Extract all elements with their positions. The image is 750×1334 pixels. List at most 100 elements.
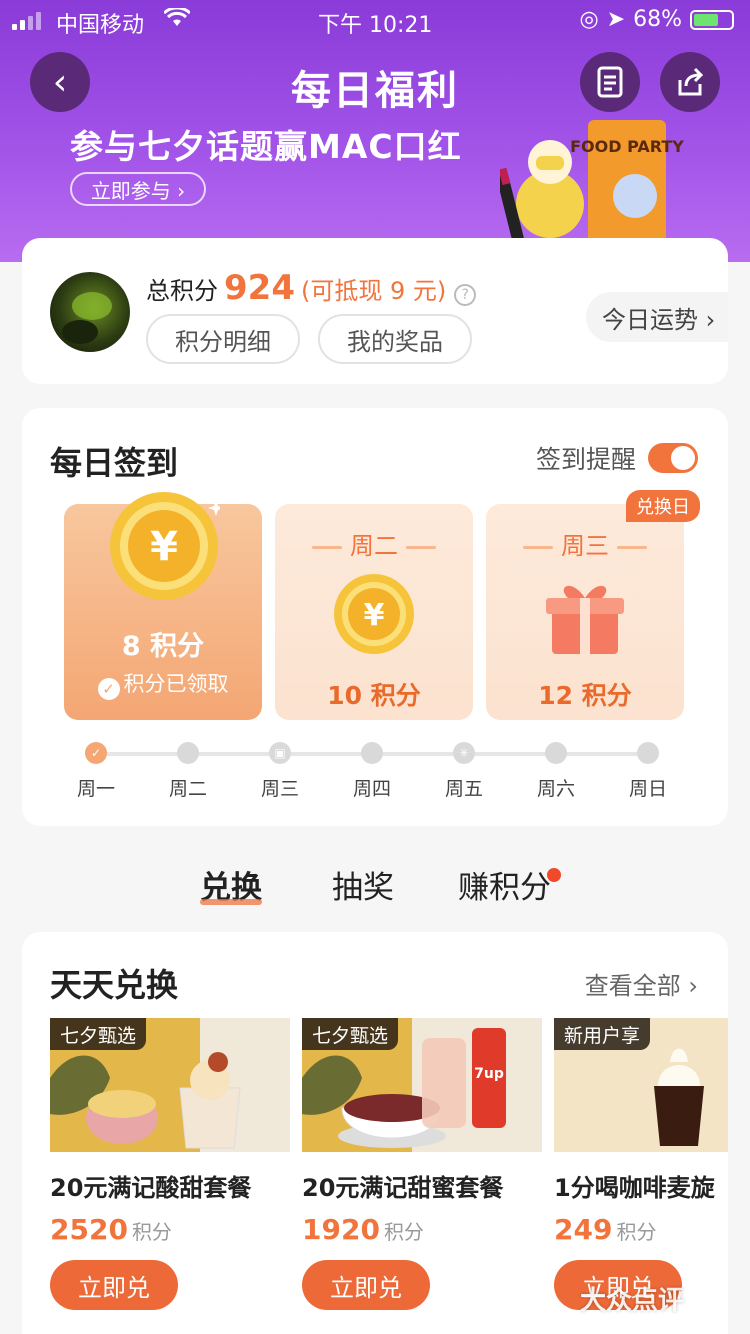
week-progress: ✓ ▣ ✳ 周一 周二 周三 周四 周五 周六 周日 <box>22 740 728 800</box>
product-card[interactable]: 七夕甄选 7up 20元满记甜蜜套餐 1920 积分 立即兑 <box>302 1018 542 1310</box>
total-points-value: 924 <box>224 268 295 308</box>
exchange-title: 天天兑换 <box>50 966 179 1004</box>
svg-text:7up: 7up <box>474 1066 504 1082</box>
food-party-text: FOOD PARTY <box>570 137 684 156</box>
coin-icon: ¥ <box>334 574 414 654</box>
week-label: 周五 <box>444 778 483 800</box>
join-now-button[interactable]: 立即参与 › <box>70 172 206 206</box>
total-points: 总积分 924 (可抵现 9 元) ? <box>146 268 477 308</box>
redeem-button[interactable]: 立即兑 <box>50 1260 178 1310</box>
price-unit: 积分 <box>383 1220 424 1244</box>
carrier-name: 中国移动 <box>56 13 145 38</box>
signal-icon <box>12 12 41 30</box>
day-points: 10 积分 <box>327 681 421 710</box>
product-card[interactable]: 七夕甄选 20元满记酸甜套餐 2520 积分 立即兑 <box>50 1018 290 1310</box>
week-label: 周一 <box>76 778 115 800</box>
week-dot-sun <box>637 742 659 764</box>
price-value: 2520 <box>50 1213 128 1246</box>
status-right: ◎ ➤ 68% <box>579 7 734 32</box>
daily-fortune-button[interactable]: 今日运势 › <box>586 292 728 342</box>
check-circle-icon: ✓ <box>97 678 120 700</box>
day-points: 8 积分 <box>121 631 205 662</box>
reminder-label: 签到提醒 <box>535 445 636 474</box>
section-tabs: 兑换 抽奖 赚积分 <box>0 862 750 918</box>
product-image: 新用户享 <box>554 1018 728 1152</box>
orientation-lock-icon: ◎ <box>579 7 599 32</box>
product-name: 20元满记酸甜套餐 <box>50 1174 252 1202</box>
gift-icon <box>546 585 624 654</box>
wifi-icon <box>162 6 192 33</box>
product-name: 1分喝咖啡麦旋 <box>554 1174 715 1202</box>
my-prizes-button[interactable]: 我的奖品 <box>318 314 472 364</box>
price-unit: 积分 <box>616 1220 657 1244</box>
week-dot-fri: ✳ <box>453 742 475 764</box>
exchange-card: 天天兑换 查看全部 › 七夕甄选 20元满记酸甜套餐 2520 积分 立即兑 七… <box>22 932 728 1334</box>
coin-symbol: ¥ <box>364 598 385 633</box>
price-unit: 积分 <box>131 1220 172 1244</box>
location-icon: ➤ <box>606 7 626 32</box>
product-image: 七夕甄选 <box>50 1018 290 1152</box>
points-card: 总积分 924 (可抵现 9 元) ? 积分明细 我的奖品 今日运势 › <box>22 238 728 384</box>
notification-dot <box>547 868 561 882</box>
week-dot-mon: ✓ <box>85 742 107 764</box>
clock: 下午 10:21 <box>318 13 433 38</box>
share-button[interactable] <box>660 52 720 112</box>
coin-symbol: ¥ <box>150 524 178 570</box>
reminder-toggle[interactable] <box>648 443 698 473</box>
week-label: 周四 <box>352 778 391 800</box>
battery-icon <box>690 9 734 30</box>
rules-button[interactable] <box>580 52 640 112</box>
points-detail-button[interactable]: 积分明细 <box>146 314 300 364</box>
day-points: 12 积分 <box>538 681 632 710</box>
checkin-day-wednesday[interactable]: 周三 12 积分 <box>486 504 684 720</box>
promo-headline: 参与七夕话题赢MAC口红 <box>70 127 462 166</box>
claimed-label: 积分已领取 <box>123 672 229 696</box>
view-all-link[interactable]: 查看全部 › <box>585 966 698 1001</box>
share-icon <box>678 67 704 96</box>
week-dot-thu <box>361 742 383 764</box>
week-label: 周日 <box>628 778 667 800</box>
product-image: 七夕甄选 7up <box>302 1018 542 1152</box>
price-value: 1920 <box>302 1213 380 1246</box>
week-dot-wed: ▣ <box>269 742 291 764</box>
watermark: 大众点评 <box>580 1286 685 1316</box>
battery-percent: 68% <box>633 7 682 32</box>
tab-exchange[interactable]: 兑换 <box>200 862 262 907</box>
redeem-button[interactable]: 立即兑 <box>302 1260 430 1310</box>
week-dot-sat <box>545 742 567 764</box>
week-label: 周二 <box>168 778 207 800</box>
product-tag: 七夕甄选 <box>302 1018 399 1050</box>
total-points-label: 总积分 <box>146 277 218 305</box>
checkin-day-tuesday[interactable]: 周二 ¥ 10 积分 <box>275 504 473 720</box>
tab-earn-label: 赚积分 <box>458 870 551 906</box>
coin-icon: ¥ <box>110 492 220 600</box>
week-label: 周六 <box>536 778 575 800</box>
avatar[interactable] <box>50 272 130 352</box>
product-price: 1920 积分 <box>302 1213 542 1246</box>
tab-earn-points[interactable]: 赚积分 <box>458 862 561 907</box>
week-dot-tue <box>177 742 199 764</box>
document-icon <box>597 66 623 98</box>
checkin-card: 每日签到 签到提醒 ¥ 8 积分 ✓ 积分已领取 周二 ¥ 10 积分 周三 1… <box>22 408 728 826</box>
banner-illustration: FOOD PARTY <box>500 120 684 244</box>
checkin-reminder: 签到提醒 <box>536 440 698 476</box>
day-label: 周二 <box>275 526 473 561</box>
product-price: 2520 积分 <box>50 1213 290 1246</box>
cash-equivalent: (可抵现 9 元) <box>300 277 447 305</box>
product-tag: 七夕甄选 <box>50 1018 147 1050</box>
day-label: 周三 <box>486 526 684 561</box>
product-name: 20元满记甜蜜套餐 <box>302 1174 504 1202</box>
help-icon[interactable]: ? <box>454 284 477 306</box>
product-card[interactable]: 新用户享 1分喝咖啡麦旋 249 积分 立即兑 <box>554 1018 728 1310</box>
checkin-title: 每日签到 <box>50 444 179 482</box>
week-label: 周三 <box>260 778 299 800</box>
exchange-day-badge: 兑换日 <box>626 490 700 522</box>
product-price: 249 积分 <box>554 1213 728 1246</box>
claimed-status: ✓ 积分已领取 <box>64 668 262 700</box>
checkin-day-monday[interactable]: ¥ 8 积分 ✓ 积分已领取 <box>64 492 262 720</box>
product-tag: 新用户享 <box>554 1018 651 1050</box>
header-banner: 中国移动 下午 10:21 ◎ ➤ 68% ‹ 每日福利 参与七夕话题赢MAC口… <box>0 0 750 262</box>
tab-lottery[interactable]: 抽奖 <box>332 862 394 907</box>
price-value: 249 <box>554 1213 613 1246</box>
status-bar: 中国移动 下午 10:21 ◎ ➤ 68% <box>0 0 750 40</box>
